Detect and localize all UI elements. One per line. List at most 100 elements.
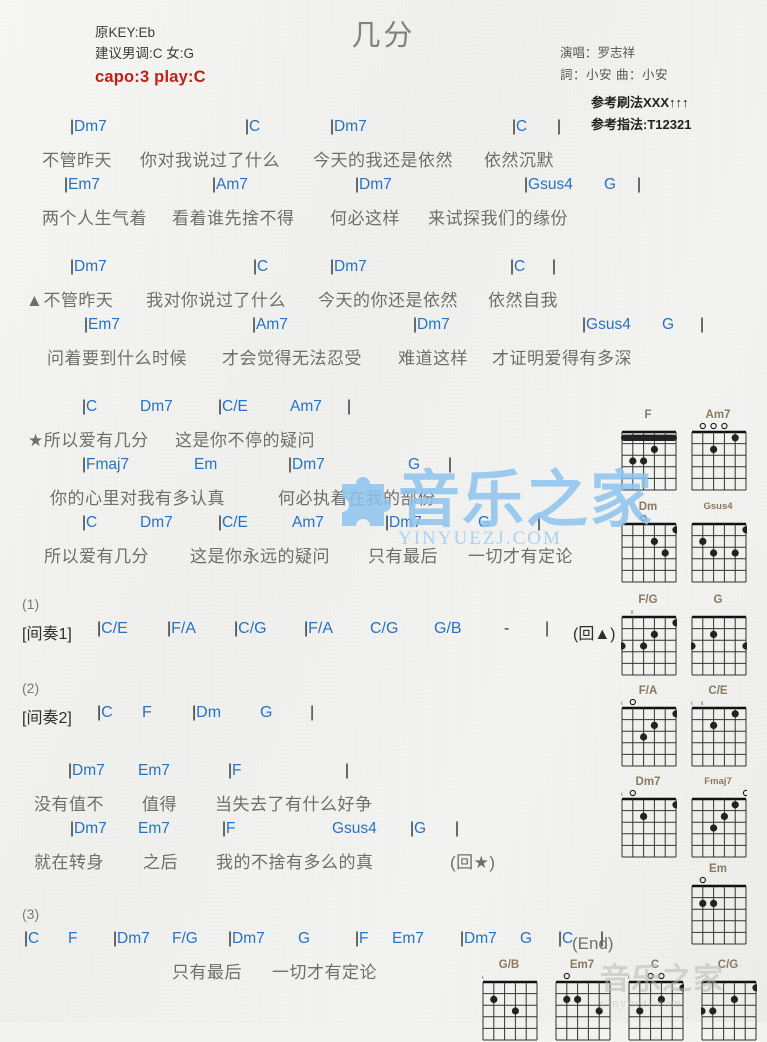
chord-diagram-Am7: Am7 xyxy=(687,408,749,492)
chord-label: G/B xyxy=(434,620,462,637)
chord-label: |C/E xyxy=(218,514,248,531)
chord-label: F xyxy=(142,704,152,721)
chord-grid: xx xyxy=(691,698,747,768)
svg-text:x: x xyxy=(482,975,484,981)
chord-label: |Dm7 xyxy=(70,118,107,135)
interlude-number: (2) xyxy=(0,680,620,704)
lyric-text: 两个人生气着 xyxy=(42,209,147,228)
lyric-text: 不管昨天 xyxy=(42,151,112,170)
song-section-verse1: |Dm7 |C |Dm7 |C | 不管昨天 你对我说过了什么 今天的我还是依然 依然沉默 |Em… xyxy=(0,118,641,234)
chord-grid-svg: x xyxy=(621,698,677,767)
chord-diagram-name: Am7 xyxy=(705,409,731,421)
chord-label: |C xyxy=(97,704,113,721)
strum-pattern: 参考刷法XXX↑↑↑ xyxy=(591,95,689,110)
chord-label: Am7 xyxy=(292,514,324,531)
lyric-text: 当失去了有什么好争 xyxy=(215,795,373,814)
lyric-text: 问着要到什么时候 xyxy=(47,349,187,368)
song-section-bridge: |Dm7 Em7 |F | 没有值不 值得 当失去了有什么好争 |Dm7 Em7 |F Gsus4 |… xyxy=(0,762,620,878)
interlude-spacer xyxy=(0,650,620,680)
chord-diagram-Gsus4: Gsus4 xyxy=(687,500,749,584)
chord-diagram-C-E: C/E x x xyxy=(687,684,749,768)
chord-grid xyxy=(691,514,747,584)
chord-grid: x xyxy=(621,789,677,859)
interlude-spacer xyxy=(0,734,620,762)
chord-label: | xyxy=(537,514,542,531)
chord-diagram-C: Cx xyxy=(624,958,686,1042)
chord-diagram-name: C xyxy=(650,959,660,971)
chord-diagram-name: Dm7 xyxy=(635,776,661,788)
chord-label: | xyxy=(310,704,315,721)
lyric-text: 今天的你还是依然 xyxy=(318,291,458,310)
credits-block: 演唱：罗志祥 詞：小安 曲：小安 xyxy=(560,42,668,86)
lyric-text: 难道这样 xyxy=(398,349,468,368)
chord-label: |Dm7 xyxy=(413,316,450,333)
capo-info: capo:3 play:C xyxy=(95,68,206,86)
chord-label: Em7 xyxy=(392,930,424,947)
chord-line: |Dm7 |C |Dm7 |C | xyxy=(0,118,620,146)
chord-label: F/G xyxy=(172,930,198,947)
lyric-text: 今天的我还是依然 xyxy=(313,151,453,170)
chord-diagram-name: Fmaj7 xyxy=(704,776,732,787)
lyric-text: 依然沉默 xyxy=(484,151,554,170)
chord-label: |Am7 xyxy=(252,316,288,333)
chord-line: |Dm7 Em7 |F | xyxy=(0,762,620,790)
chord-label: | xyxy=(347,398,352,415)
lyric-text: 一切才有定论 xyxy=(468,547,573,566)
lyric-text: (回★) xyxy=(450,853,496,872)
chord-label: |C xyxy=(82,398,98,415)
chord-label: F xyxy=(68,930,78,947)
lyric-text: 来试探我们的缘份 xyxy=(428,209,568,228)
chord-label: G xyxy=(520,930,533,947)
lyric-text: 一切才有定论 xyxy=(272,963,377,982)
chord-label: Dm7 xyxy=(140,398,173,415)
chord-label: |C xyxy=(245,118,261,135)
lyric-text: 我的不捨有多么的真 xyxy=(216,853,374,872)
lyric-text: 依然自我 xyxy=(488,291,558,310)
chord-grid-svg: x xyxy=(628,972,684,1041)
chord-label: | xyxy=(545,620,550,637)
chord-label: Gsus4 xyxy=(332,820,377,837)
lyric-line: 问着要到什么时候 才会觉得无法忍受 难道这样 才证明爱得有多深 xyxy=(0,344,632,374)
chord-grid-svg xyxy=(701,980,757,1041)
chord-label: |Dm7 xyxy=(70,820,107,837)
lyric-text: 之后 xyxy=(143,853,178,872)
chord-label: |Dm7 xyxy=(460,930,497,947)
svg-text:x: x xyxy=(631,610,634,616)
chord-grid xyxy=(555,972,611,1042)
ending-number: (3) xyxy=(0,906,620,930)
chord-grid xyxy=(701,972,757,1042)
singer: 演唱：罗志祥 xyxy=(560,46,636,60)
chord-grid-svg: x xyxy=(621,789,677,858)
chord-label: |Am7 xyxy=(212,176,248,193)
lyric-text: 所以爱有几分 xyxy=(44,547,149,566)
chord-grid xyxy=(691,422,747,492)
chord-diagram-name: Em xyxy=(709,863,727,875)
lyric-line: 所以爱有几分 这是你永远的疑问 只有最后 一切才有定论 xyxy=(0,542,620,572)
chord-diagram-name: Gsus4 xyxy=(703,501,733,512)
interlude-label: [间奏2] xyxy=(22,710,72,727)
lyric-text: 没有值不 xyxy=(34,795,104,814)
chord-grid-svg xyxy=(691,422,747,491)
ending-number-text: (3) xyxy=(22,906,40,922)
chord-label: |Fmaj7 xyxy=(82,456,130,473)
chord-label: |Dm7 xyxy=(385,514,422,531)
interlude-line: [间奏1] |C/E |F/A |C/G |F/A C/G G/B - | (回▲) xyxy=(0,620,620,650)
chord-diagram-C-G: C/G xyxy=(697,958,759,1042)
chord-label: Em7 xyxy=(138,820,170,837)
chord-grid-svg xyxy=(555,972,611,1041)
chord-diagram-F: F xyxy=(617,408,679,492)
chord-diagram-Fmaj7: Fmaj7 xyxy=(687,775,749,859)
chord-grid-svg xyxy=(691,615,747,676)
chord-line: |Fmaj7 Em |Dm7 G | xyxy=(0,456,620,484)
chord-line: |Dm7 |C |Dm7 |C | xyxy=(0,258,620,286)
chord-line: |Em7 |Am7 |Dm7 |Gsus4 G | xyxy=(0,316,704,344)
chord-grid-svg: xx xyxy=(691,701,747,767)
chord-grid-svg xyxy=(691,789,747,858)
chord-grid-svg xyxy=(691,876,747,945)
chord-grid-svg xyxy=(691,522,747,583)
lyric-text: 才会觉得无法忍受 xyxy=(222,349,362,368)
lyric-text: 你的心里对我有多认真 xyxy=(50,489,225,508)
svg-text:x: x xyxy=(628,975,630,981)
chord-label: |Dm7 xyxy=(68,762,105,779)
chord-diagram-Em: Em xyxy=(687,862,749,946)
